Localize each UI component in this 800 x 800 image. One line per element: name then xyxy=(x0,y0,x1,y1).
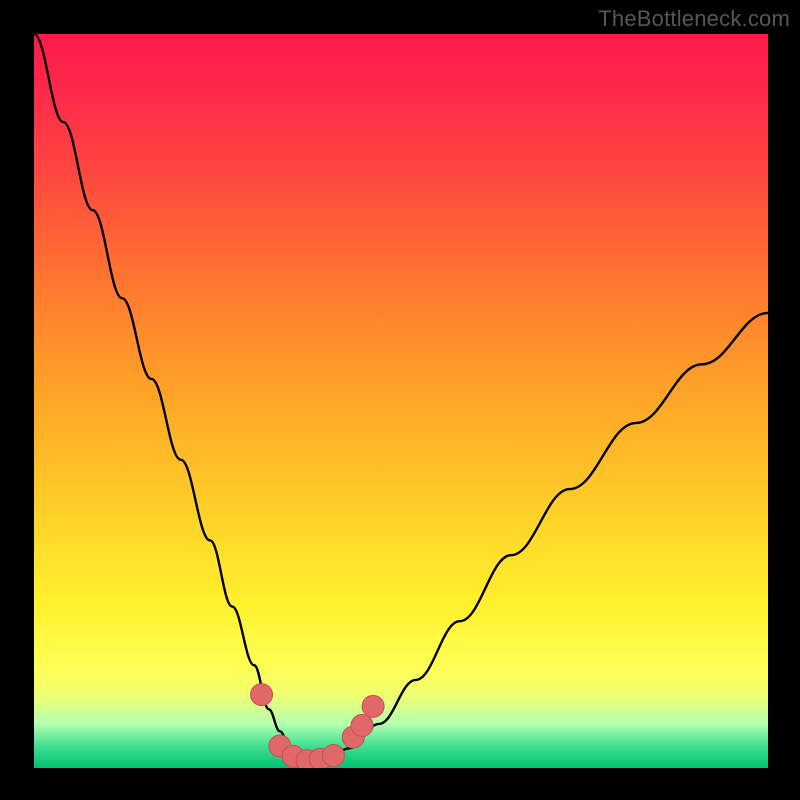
data-marker xyxy=(362,695,384,717)
bottleneck-curve xyxy=(34,34,768,761)
data-marker xyxy=(322,745,344,767)
data-marker xyxy=(351,714,373,736)
marker-group xyxy=(251,684,385,768)
chart-svg xyxy=(34,34,768,768)
outer-frame: TheBottleneck.com xyxy=(0,0,800,800)
data-marker xyxy=(251,684,273,706)
watermark-text: TheBottleneck.com xyxy=(598,6,790,32)
plot-area xyxy=(34,34,768,768)
